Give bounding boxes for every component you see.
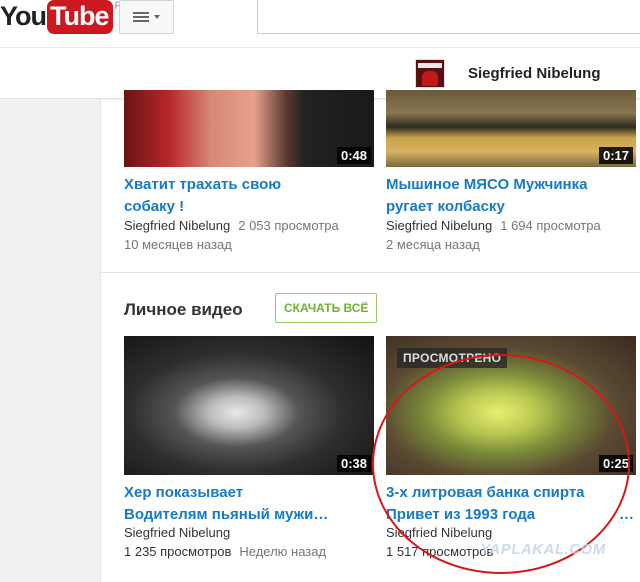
video-title-line: 3-х литровая банка спирта — [386, 484, 585, 501]
video-views: 2 053 просмотра — [238, 218, 339, 233]
video-title[interactable]: Мышиное МЯСО Мужчинка ругает колбаску — [386, 174, 636, 218]
video-title-line: Хер показывает — [124, 484, 244, 501]
watched-badge: ПРОСМОТРЕНО — [397, 348, 508, 368]
video-age: Неделю назад — [239, 544, 327, 559]
video-duration: 0:25 — [598, 455, 633, 472]
caret-down-icon — [154, 15, 160, 19]
video-duration: 0:17 — [598, 147, 633, 164]
video-title[interactable]: Хватит трахать свою собаку ! — [124, 174, 374, 218]
video-title-line: Мышиное МЯСО Мужчинка — [386, 176, 588, 193]
video-duration: 0:38 — [336, 455, 371, 472]
video-thumbnail[interactable]: 0:38 — [124, 336, 374, 475]
video-views: 1 694 просмотра — [500, 218, 601, 233]
video-author[interactable]: Siegfried Nibelung — [124, 218, 230, 233]
avatar-figure — [422, 71, 438, 86]
video-meta: 1 235 просмотров Неделю назад — [124, 544, 326, 559]
video-title[interactable]: Хер показывает Водителям пьяный мужи… — [124, 482, 374, 526]
title-ellipsis: … — [619, 506, 634, 523]
video-duration: 0:48 — [336, 147, 371, 164]
video-thumbnail[interactable]: 0:17 — [386, 90, 636, 167]
video-meta: Siegfried Nibelung 1 694 просмотра — [386, 218, 601, 233]
channel-name[interactable]: Siegfried Nibelung — [468, 65, 601, 82]
video-title-text: Привет из 1993 года — [386, 506, 536, 523]
avatar-text-band — [418, 63, 442, 68]
video-age: 10 месяцев назад — [124, 237, 232, 252]
guide-menu-button[interactable] — [119, 0, 174, 34]
watermark: YAPLAKAL.COM — [480, 541, 606, 558]
video-title-line: собаку ! — [124, 198, 185, 215]
video-thumbnail[interactable]: ПРОСМОТРЕНО 0:25 — [386, 336, 636, 475]
video-meta: Siegfried Nibelung 2 053 просмотра — [124, 218, 339, 233]
video-title-line: ругает колбаску — [386, 198, 505, 215]
video-views: 1 517 просмотров — [386, 544, 494, 559]
masthead: You Tube RU — [0, 0, 640, 48]
channel-avatar[interactable] — [415, 59, 445, 88]
video-title-line: Водителям пьяный мужи… — [124, 506, 329, 523]
logo-you-text: You — [0, 1, 47, 31]
video-title-line: Привет из 1993 года … — [386, 504, 636, 526]
video-age: 2 месяца назад — [386, 237, 480, 252]
video-views: 1 235 просмотров — [124, 544, 232, 559]
video-title-line: Хватит трахать свою — [124, 176, 282, 193]
youtube-logo[interactable]: You Tube RU — [0, 0, 130, 34]
section-divider — [101, 272, 640, 273]
video-author[interactable]: Siegfried Nibelung — [386, 525, 492, 540]
video-thumbnail[interactable]: 0:48 — [124, 90, 374, 167]
hamburger-icon — [133, 12, 149, 22]
download-all-button[interactable]: СКАЧАТЬ ВСЁ — [275, 293, 378, 323]
section-title: Личное видео — [124, 300, 243, 319]
video-title[interactable]: 3-х литровая банка спирта Привет из 1993… — [386, 482, 636, 526]
video-author[interactable]: Siegfried Nibelung — [386, 218, 492, 233]
logo-tube-text: Tube — [47, 0, 113, 34]
channel-content: 0:48 Хватит трахать свою собаку ! Siegfr… — [100, 90, 640, 582]
search-input[interactable] — [257, 0, 640, 34]
video-author[interactable]: Siegfried Nibelung — [124, 525, 230, 540]
